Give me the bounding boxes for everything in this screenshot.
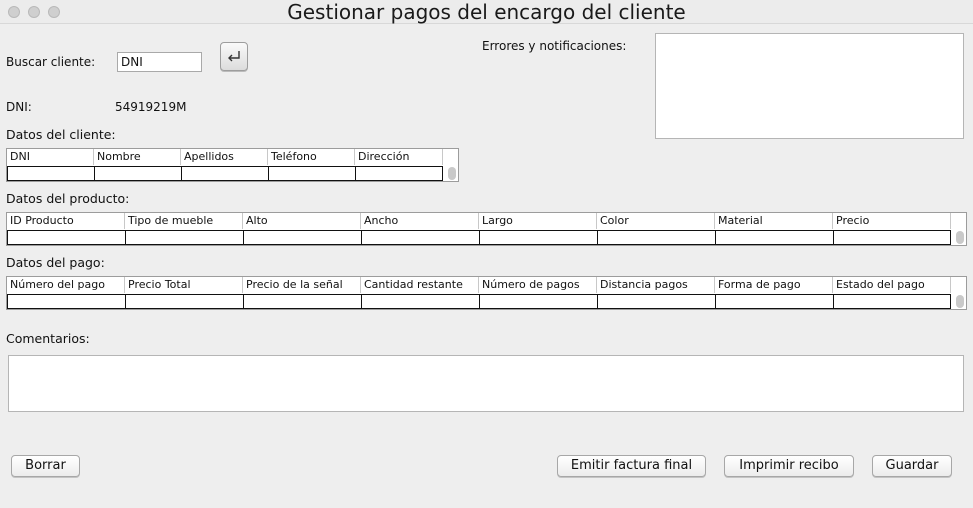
column-header[interactable]: Precio Total: [125, 277, 243, 293]
table-row[interactable]: [7, 294, 951, 309]
title-bar: Gestionar pagos del encargo del cliente: [0, 0, 973, 24]
column-header[interactable]: Ancho: [361, 213, 479, 229]
notifications-label: Errores y notificaciones:: [482, 39, 627, 53]
product-table-header: ID Producto Tipo de mueble Alto Ancho La…: [7, 213, 951, 229]
comments-textarea[interactable]: [8, 355, 964, 412]
column-header[interactable]: Número de pagos: [479, 277, 597, 293]
product-table[interactable]: ID Producto Tipo de mueble Alto Ancho La…: [6, 212, 967, 246]
column-header[interactable]: Teléfono: [268, 149, 355, 165]
table-cell[interactable]: [361, 231, 480, 244]
payment-table-header: Número del pago Precio Total Precio de l…: [7, 277, 951, 293]
column-header[interactable]: Tipo de mueble: [125, 213, 243, 229]
scrollbar[interactable]: [448, 167, 456, 180]
column-header[interactable]: Nombre: [94, 149, 181, 165]
table-cell[interactable]: [715, 231, 834, 244]
column-header[interactable]: Forma de pago: [715, 277, 833, 293]
column-header[interactable]: Dirección: [355, 149, 443, 165]
column-header[interactable]: ID Producto: [7, 213, 125, 229]
payment-table[interactable]: Número del pago Precio Total Precio de l…: [6, 276, 967, 310]
table-cell[interactable]: [833, 295, 951, 308]
column-header[interactable]: Número del pago: [7, 277, 125, 293]
table-cell[interactable]: [243, 231, 362, 244]
column-header[interactable]: Material: [715, 213, 833, 229]
table-cell[interactable]: [94, 167, 182, 180]
column-header[interactable]: Distancia pagos: [597, 277, 715, 293]
table-cell[interactable]: [125, 295, 244, 308]
column-header[interactable]: Apellidos: [181, 149, 268, 165]
column-header[interactable]: Largo: [479, 213, 597, 229]
table-cell[interactable]: [361, 295, 480, 308]
table-cell[interactable]: [7, 167, 95, 180]
table-cell[interactable]: [597, 295, 716, 308]
dni-label: DNI:: [6, 100, 32, 114]
table-cell[interactable]: [597, 231, 716, 244]
table-cell[interactable]: [181, 167, 269, 180]
table-row[interactable]: [7, 166, 443, 181]
clear-button[interactable]: Borrar: [11, 455, 80, 477]
client-table-header: DNI Nombre Apellidos Teléfono Dirección: [7, 149, 443, 165]
table-cell[interactable]: [125, 231, 244, 244]
client-section-label: Datos del cliente:: [6, 127, 116, 142]
payment-section-label: Datos del pago:: [6, 255, 105, 270]
product-section-label: Datos del producto:: [6, 191, 130, 206]
column-header[interactable]: Precio: [833, 213, 951, 229]
dni-value: 54919219M: [115, 100, 187, 114]
comments-label: Comentarios:: [6, 331, 90, 346]
print-receipt-button[interactable]: Imprimir recibo: [724, 455, 854, 477]
table-cell[interactable]: [7, 295, 126, 308]
table-cell[interactable]: [479, 295, 598, 308]
final-invoice-button[interactable]: Emitir factura final: [557, 455, 706, 477]
notifications-area[interactable]: [655, 33, 964, 139]
column-header[interactable]: DNI: [7, 149, 94, 165]
search-input[interactable]: [117, 52, 202, 72]
search-submit-button[interactable]: [220, 42, 248, 71]
table-cell[interactable]: [833, 231, 951, 244]
column-header[interactable]: Estado del pago: [833, 277, 951, 293]
column-header[interactable]: Color: [597, 213, 715, 229]
enter-return-icon: [228, 50, 240, 61]
scrollbar[interactable]: [956, 231, 964, 244]
table-cell[interactable]: [7, 231, 126, 244]
scrollbar[interactable]: [956, 295, 964, 308]
save-button[interactable]: Guardar: [872, 455, 952, 477]
table-cell[interactable]: [479, 231, 598, 244]
table-cell[interactable]: [268, 167, 356, 180]
table-cell[interactable]: [243, 295, 362, 308]
client-table[interactable]: DNI Nombre Apellidos Teléfono Dirección: [6, 148, 459, 182]
table-cell[interactable]: [355, 167, 443, 180]
column-header[interactable]: Precio de la señal: [243, 277, 361, 293]
column-header[interactable]: Cantidad restante: [361, 277, 479, 293]
table-cell[interactable]: [715, 295, 834, 308]
column-header[interactable]: Alto: [243, 213, 361, 229]
window-title: Gestionar pagos del encargo del cliente: [287, 0, 686, 24]
search-label: Buscar cliente:: [6, 55, 96, 69]
table-row[interactable]: [7, 230, 951, 245]
